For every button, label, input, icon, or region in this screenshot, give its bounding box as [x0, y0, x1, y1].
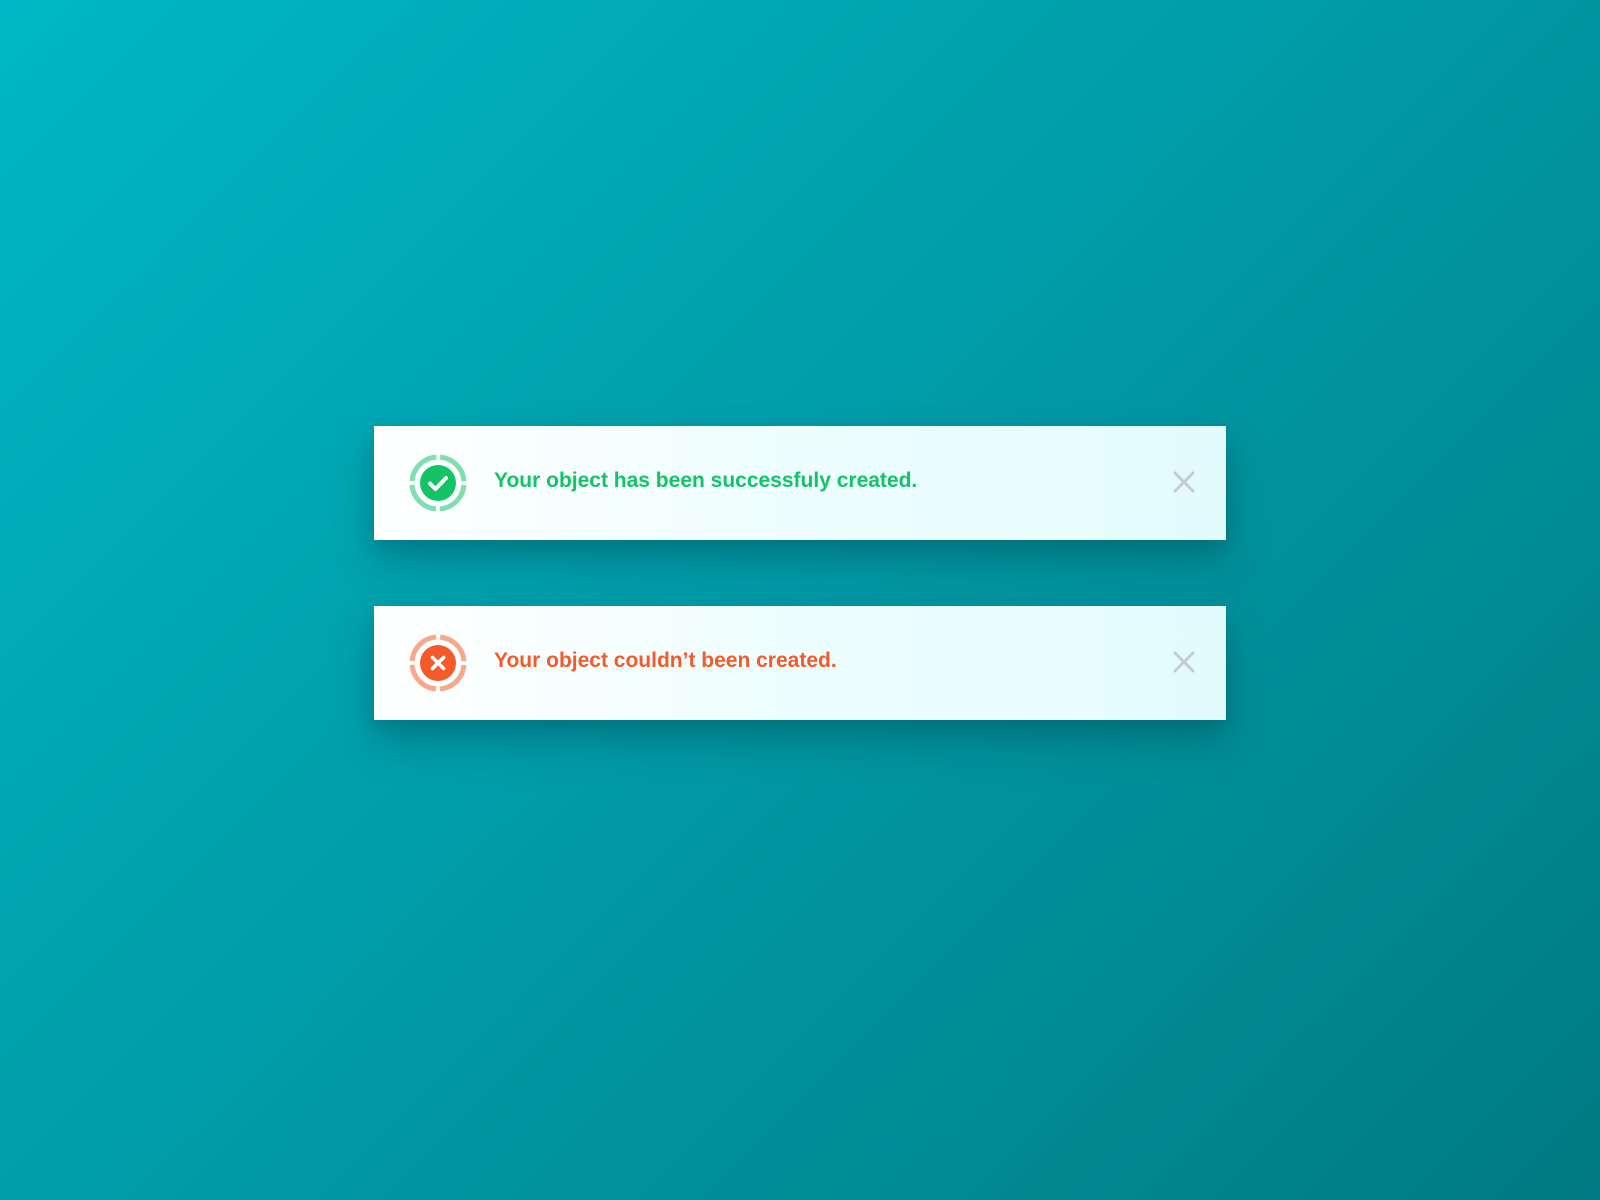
success-notification: Your object has been successfuly created… — [374, 426, 1226, 540]
close-icon — [1173, 651, 1195, 673]
close-button[interactable] — [1172, 650, 1196, 674]
close-icon — [1173, 471, 1195, 493]
check-circle-icon — [408, 453, 468, 513]
x-circle-icon — [408, 633, 468, 693]
close-button[interactable] — [1172, 470, 1196, 494]
error-message: Your object couldn’t been created. — [494, 649, 837, 672]
success-message: Your object has been successfuly created… — [494, 469, 918, 492]
error-notification: Your object couldn’t been created. — [374, 606, 1226, 720]
